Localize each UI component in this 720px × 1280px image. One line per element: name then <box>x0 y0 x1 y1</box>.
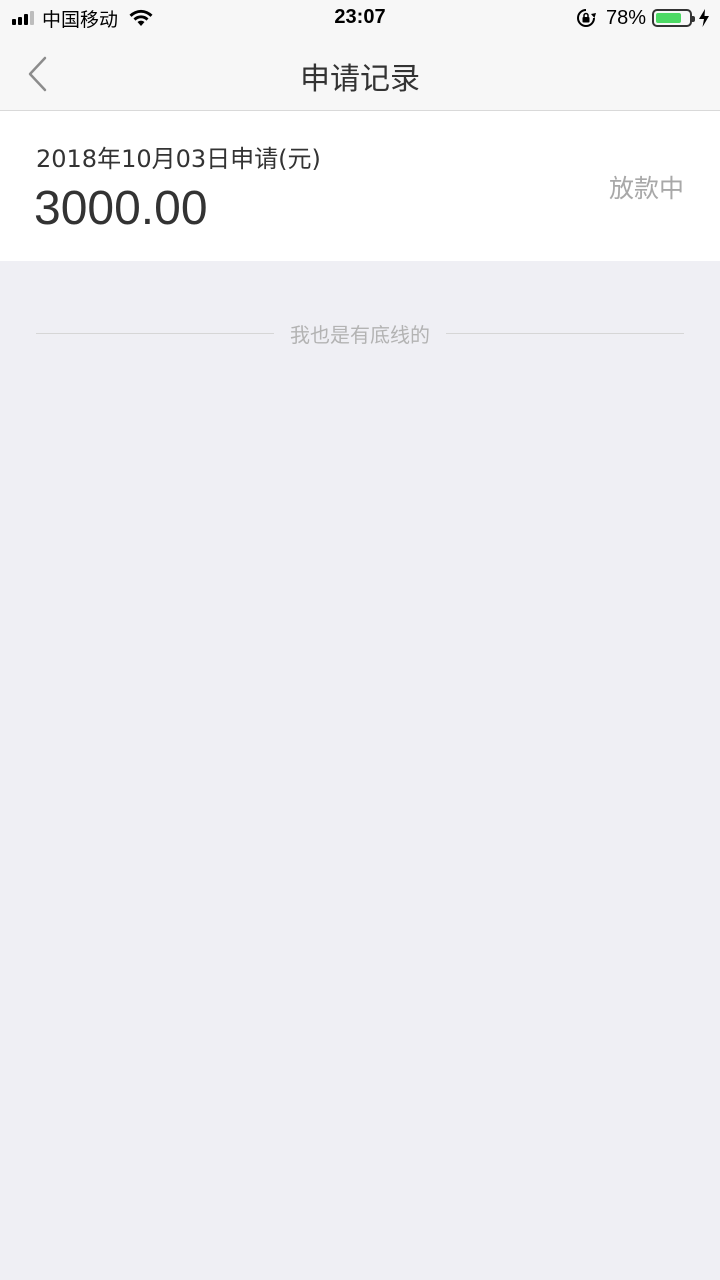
status-right: 78% <box>576 6 710 30</box>
record-amount: 3000.00 <box>34 182 208 235</box>
divider-right <box>446 332 684 334</box>
divider-left <box>36 332 274 334</box>
record-date-label: 2018年10月03日申请(元) <box>36 145 321 173</box>
record-status: 放款中 <box>608 174 684 203</box>
status-bar: 中国移动 23:07 78% <box>0 0 720 36</box>
record-item[interactable]: 2018年10月03日申请(元) 3000.00 放款中 <box>0 111 720 261</box>
rotation-lock-icon <box>577 9 596 27</box>
end-of-list-indicator: 我也是有底线的 <box>36 316 684 350</box>
battery-icon <box>652 9 695 27</box>
page-title: 申请记录 <box>300 62 420 97</box>
end-of-list-text: 我也是有底线的 <box>290 322 430 347</box>
battery-percent: 78% <box>605 6 646 29</box>
nav-bar: 申请记录 <box>0 36 720 111</box>
charging-icon <box>699 9 709 27</box>
battery-fill <box>656 13 681 23</box>
